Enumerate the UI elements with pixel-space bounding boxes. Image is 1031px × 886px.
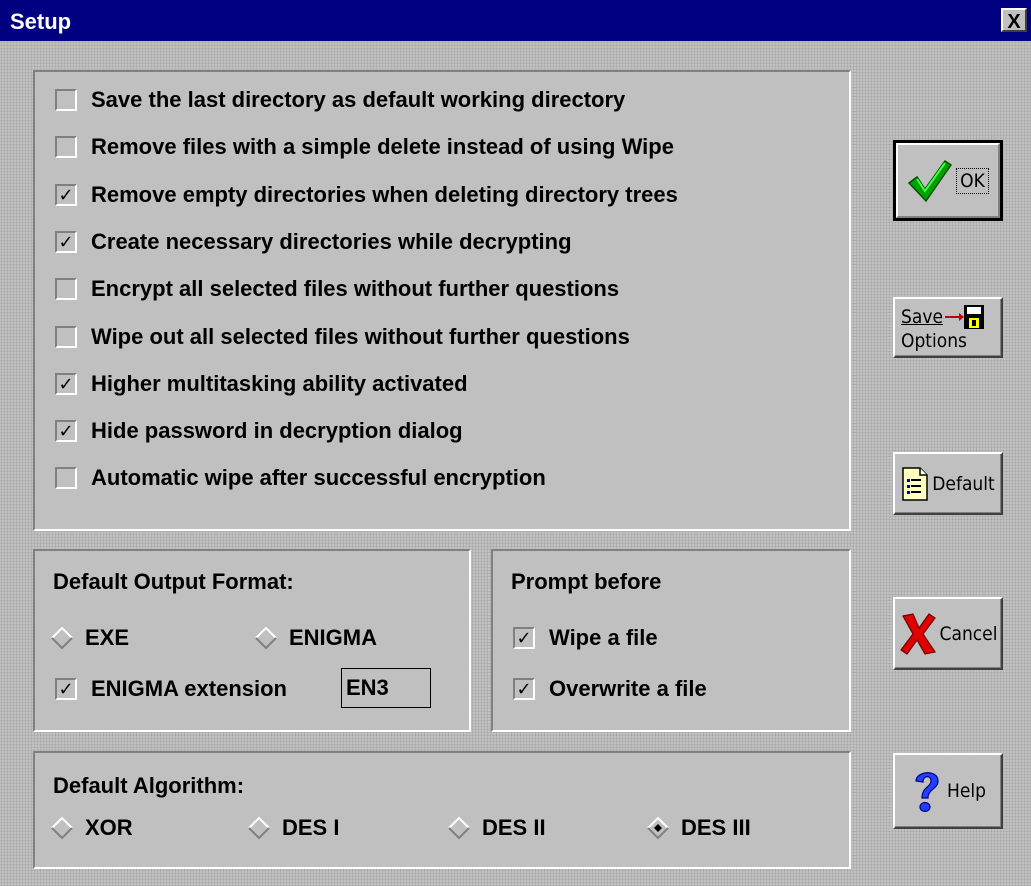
default-button[interactable]: Default	[893, 452, 1003, 515]
algorithm-radio-label: DES I	[282, 815, 340, 840]
algorithm-radio[interactable]: DES I	[248, 815, 339, 841]
close-button[interactable]: X	[1001, 8, 1027, 33]
prompt-overwrite-row[interactable]: ✓ Overwrite a file	[513, 676, 707, 702]
prompt-overwrite-label: Overwrite a file	[549, 676, 707, 701]
option-label: Automatic wipe after successful encrypti…	[91, 465, 546, 491]
checkmark-icon	[907, 157, 953, 205]
option-row[interactable]: Wipe out all selected files without furt…	[55, 324, 630, 350]
option-row[interactable]: Save the last directory as default worki…	[55, 87, 625, 113]
prompt-before-heading: Prompt before	[511, 569, 662, 594]
option-checkbox[interactable]: ✓	[55, 183, 77, 206]
option-checkbox[interactable]	[55, 278, 77, 301]
option-row[interactable]: ✓ Create necessary directories while decr…	[55, 229, 572, 255]
algorithm-radio[interactable]: DES II	[448, 815, 546, 841]
option-row[interactable]: Encrypt all selected files without furth…	[55, 276, 619, 302]
option-checkbox[interactable]	[55, 325, 77, 348]
option-checkbox[interactable]	[55, 136, 77, 159]
prompt-wipe-label: Wipe a file	[549, 625, 658, 650]
radio-button-enigma[interactable]	[255, 627, 277, 649]
title-bar: Setup X	[0, 0, 1031, 41]
prompt-wipe-checkbox[interactable]: ✓	[513, 627, 535, 649]
help-button[interactable]: Help	[893, 753, 1003, 829]
enigma-extension-row[interactable]: ✓ ENIGMA extension	[55, 676, 287, 702]
ok-label: OK	[956, 167, 989, 194]
option-label: Hide password in decryption dialog	[91, 418, 463, 444]
radio-exe[interactable]: EXE	[51, 625, 129, 651]
option-label: Remove empty directories when deleting d…	[91, 181, 678, 207]
help-label: Help	[947, 780, 986, 802]
options-label: Options	[901, 329, 967, 352]
save-options-button[interactable]: Save Options	[893, 297, 1003, 358]
prompt-wipe-row[interactable]: ✓ Wipe a file	[513, 625, 658, 651]
option-checkbox[interactable]: ✓	[55, 372, 77, 395]
default-label: Default	[932, 472, 995, 495]
algorithm-heading: Default Algorithm:	[53, 773, 245, 798]
enigma-extension-label: ENIGMA extension	[91, 676, 287, 701]
cancel-x-icon	[899, 612, 937, 656]
algorithm-radio-button[interactable]	[647, 817, 669, 839]
options-panel: Save the last directory as default worki…	[33, 70, 851, 531]
prompt-before-panel: Prompt before ✓ Wipe a file ✓ Overwrite …	[491, 549, 851, 732]
option-checkbox[interactable]: ✓	[55, 420, 77, 443]
algorithm-radio-button[interactable]	[248, 817, 270, 839]
algorithm-radio[interactable]: DES III	[647, 815, 751, 841]
radio-exe-label: EXE	[85, 625, 130, 650]
radio-button-exe[interactable]	[51, 627, 73, 649]
algorithm-radio-button[interactable]	[448, 817, 470, 839]
option-label: Encrypt all selected files without furth…	[91, 276, 620, 302]
algorithm-radio-label: XOR	[85, 815, 133, 840]
algorithm-radio-button[interactable]	[51, 817, 73, 839]
option-checkbox[interactable]	[55, 467, 77, 490]
option-row[interactable]: ✓ Remove empty directories when deleting …	[55, 182, 678, 208]
option-label: Create necessary directories while decry…	[91, 228, 572, 254]
option-label: Remove files with a simple delete instea…	[91, 134, 674, 160]
radio-enigma-label: ENIGMA	[289, 625, 377, 650]
dialog-client: Save the last directory as default worki…	[0, 41, 1031, 886]
option-checkbox[interactable]	[55, 89, 77, 111]
option-label: Wipe out all selected files without furt…	[91, 323, 630, 349]
window-title: Setup	[10, 9, 72, 34]
enigma-extension-input[interactable]: EN3	[341, 668, 431, 708]
algorithm-radio-label: DES II	[482, 815, 546, 840]
option-label: Save the last directory as default worki…	[91, 87, 626, 112]
cancel-label: Cancel	[939, 622, 998, 645]
option-row[interactable]: ✓ Hide password in decryption dialog	[55, 418, 463, 444]
option-row[interactable]: Remove files with a simple delete instea…	[55, 134, 674, 160]
save-disk-icon	[944, 304, 985, 330]
cancel-button[interactable]: Cancel	[893, 597, 1003, 670]
option-label: Higher multitasking ability activated	[91, 370, 468, 396]
algorithm-radio[interactable]: XOR	[51, 815, 133, 841]
save-label: Save	[901, 305, 943, 328]
algorithm-radio-label: DES III	[681, 815, 751, 840]
option-checkbox[interactable]: ✓	[55, 230, 77, 253]
question-mark-icon	[910, 767, 944, 815]
radio-enigma[interactable]: ENIGMA	[255, 625, 377, 651]
output-format-heading: Default Output Format:	[53, 569, 294, 594]
algorithm-panel: Default Algorithm: XOR DES I DES II DES III	[33, 751, 851, 869]
document-icon	[901, 466, 929, 501]
ok-button[interactable]: OK	[893, 140, 1003, 221]
option-row[interactable]: ✓ Higher multitasking ability activated	[55, 371, 468, 397]
prompt-overwrite-checkbox[interactable]: ✓	[513, 678, 535, 700]
option-row[interactable]: Automatic wipe after successful encrypti…	[55, 465, 546, 491]
output-format-panel: Default Output Format: EXE ENIGMA ✓ ENIG…	[33, 549, 471, 732]
enigma-extension-checkbox[interactable]: ✓	[55, 678, 77, 700]
